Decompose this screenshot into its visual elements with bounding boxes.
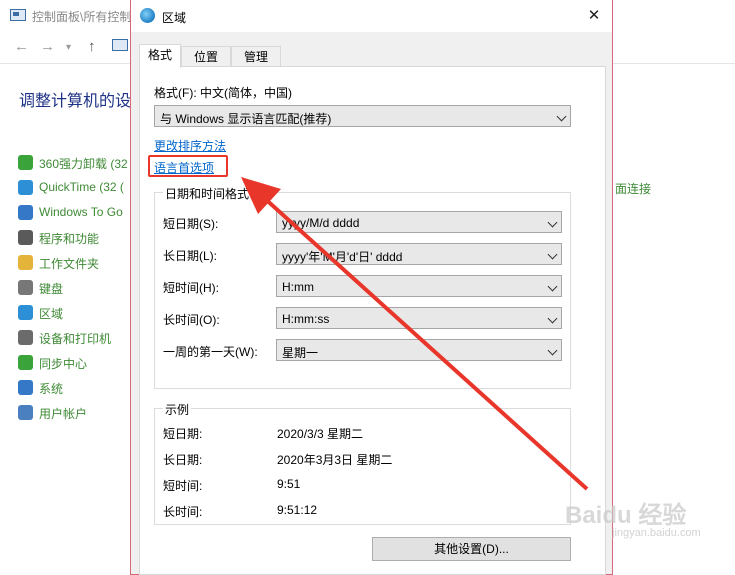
short-time-label: 短时间(H):	[163, 281, 219, 295]
control-panel-item-label: 系统	[39, 382, 64, 396]
example-value: 2020年3月3日 星期二	[277, 453, 393, 467]
globe-icon	[140, 8, 155, 23]
highlight-box	[148, 155, 228, 177]
control-panel-item-label: 键盘	[39, 282, 64, 296]
short-time-dropdown[interactable]: H:mm	[276, 275, 562, 297]
user-accounts-icon	[18, 405, 33, 420]
short-date-value: yyyy/M/d dddd	[282, 216, 360, 230]
format-label: 格式(F): 中文(简体，中国)	[154, 86, 292, 100]
up-arrow-icon[interactable]: ↑	[88, 38, 96, 55]
datetime-group-title: 日期和时间格式	[163, 185, 252, 202]
chevron-down-icon	[547, 313, 558, 324]
uninstall-icon	[18, 155, 33, 170]
examples-group: 示例 短日期: 2020/3/3 星期二长日期: 2020年3月3日 星期二短时间:…	[154, 401, 571, 525]
first-day-of-week-dropdown[interactable]: 星期一	[276, 339, 562, 361]
background-heading: 调整计算机的设	[19, 93, 132, 110]
tab-format[interactable]: 格式	[139, 44, 181, 68]
example-value: 2020/3/3 星期二	[277, 427, 364, 441]
short-time-value: H:mm	[282, 280, 314, 294]
forward-arrow-icon[interactable]: →	[40, 38, 55, 55]
background-window-title: 控制面板\所有控制	[32, 10, 132, 24]
control-panel-item-label: 用户帐户	[39, 407, 88, 421]
devices-printers-icon	[18, 330, 33, 345]
chevron-down-icon	[547, 249, 558, 260]
short-date-label: 短日期(S):	[163, 217, 219, 231]
example-label: 短日期:	[163, 427, 203, 441]
remote-connection-link[interactable]: 面连接	[615, 180, 651, 197]
long-date-label: 长日期(L):	[163, 249, 218, 263]
keyboard-icon	[18, 280, 33, 295]
long-time-dropdown[interactable]: H:mm:ss	[276, 307, 562, 329]
datetime-format-group: 日期和时间格式 短日期(S): yyyy/M/d dddd 长日期(L): yyyy'…	[154, 185, 571, 389]
control-panel-item-label: 同步中心	[39, 357, 88, 371]
chevron-down-icon	[547, 217, 558, 228]
change-sort-link[interactable]: 更改排序方法	[154, 137, 226, 154]
control-panel-item-label: 程序和功能	[39, 232, 100, 246]
examples-group-title: 示例	[163, 401, 192, 418]
control-panel-item-label: 设备和打印机	[39, 332, 112, 346]
control-panel-item-label: 区域	[39, 307, 64, 321]
control-panel-item-label: QuickTime (32 (	[39, 180, 124, 194]
tab-administrative[interactable]: 管理	[231, 46, 281, 67]
example-label: 长日期:	[163, 453, 203, 467]
example-label: 长时间:	[163, 505, 203, 519]
sync-center-icon	[18, 355, 33, 370]
programs-icon	[18, 230, 33, 245]
format-dropdown[interactable]: 与 Windows 显示语言匹配(推荐)	[154, 105, 571, 127]
tab-location[interactable]: 位置	[181, 46, 231, 67]
region-dialog: 区域 ✕ 格式 位置 管理 格式(F): 中文(简体，中国) 与 Windows…	[130, 0, 613, 575]
windows-to-go-icon	[18, 205, 33, 220]
chevron-down-icon	[556, 111, 567, 122]
format-dropdown-value: 与 Windows 显示语言匹配(推荐)	[160, 112, 332, 126]
long-date-value: yyyy'年'M'月'd'日' dddd	[282, 250, 403, 264]
example-value: 9:51:12	[277, 503, 318, 517]
other-settings-button[interactable]: 其他设置(D)...	[372, 537, 571, 561]
long-date-dropdown[interactable]: yyyy'年'M'月'd'日' dddd	[276, 243, 562, 265]
dialog-titlebar: 区域 ✕	[131, 0, 612, 32]
control-panel-icon	[10, 9, 26, 21]
long-time-value: H:mm:ss	[282, 312, 330, 326]
control-panel-item-label: 工作文件夹	[39, 257, 100, 271]
quicktime-icon	[18, 180, 33, 195]
first-day-of-week-value: 星期一	[282, 346, 319, 360]
watermark-url: jingyan.baidu.com	[612, 527, 701, 539]
chevron-down-icon	[547, 281, 558, 292]
region-icon	[18, 305, 33, 320]
system-icon	[18, 380, 33, 395]
back-arrow-icon[interactable]: ←	[14, 38, 29, 55]
short-date-dropdown[interactable]: yyyy/M/d dddd	[276, 211, 562, 233]
first-day-of-week-label: 一周的第一天(W):	[163, 345, 258, 359]
address-bar-icon[interactable]	[112, 39, 128, 51]
control-panel-item-label: 360强力卸载 (32	[39, 157, 128, 171]
watermark-logo: Baidu 经验	[565, 502, 687, 529]
close-icon[interactable]: ✕	[580, 4, 608, 28]
control-panel-item-label: Windows To Go	[39, 205, 123, 219]
dialog-title: 区域	[162, 11, 187, 25]
example-value: 9:51	[277, 477, 301, 491]
work-folders-icon	[18, 255, 33, 270]
long-time-label: 长时间(O):	[163, 313, 220, 327]
recent-dropdown-icon[interactable]: ▾	[66, 42, 71, 53]
format-tab-panel: 格式(F): 中文(简体，中国) 与 Windows 显示语言匹配(推荐) 更改…	[139, 66, 606, 575]
example-label: 短时间:	[163, 479, 203, 493]
chevron-down-icon	[547, 345, 558, 356]
